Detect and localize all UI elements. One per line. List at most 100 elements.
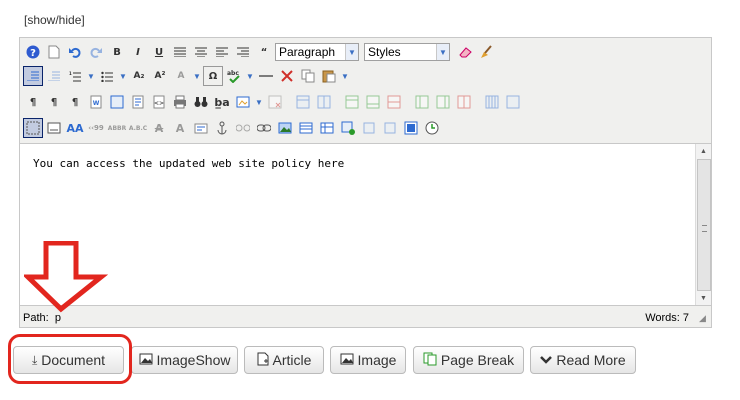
word-count: Words: 7 [645,312,689,324]
merge-cells-icon[interactable] [503,92,523,112]
scroll-down-arrow-icon[interactable]: ▼ [696,291,711,305]
delete-col-icon[interactable] [454,92,474,112]
italic-icon[interactable]: I [128,42,148,62]
chevron-down-icon[interactable]: ▼ [118,66,128,86]
row-box-icon[interactable] [380,118,400,138]
insert-col-before-icon[interactable] [412,92,432,112]
page-break-icon [423,352,437,369]
annotation-highlight-box [8,334,132,384]
path-element-p[interactable]: p [55,312,61,324]
insertion-icon[interactable]: A [170,118,190,138]
horizontal-rule-icon[interactable] [256,66,276,86]
spellcheck-icon[interactable]: abc [224,66,244,86]
table-props-icon[interactable] [317,118,337,138]
vertical-scrollbar[interactable]: ▲ ▼ [695,144,711,305]
chevron-down-icon[interactable]: ▼ [254,92,264,112]
align-justify-icon[interactable] [170,42,190,62]
scroll-up-arrow-icon[interactable]: ▲ [696,144,711,158]
table-cell-props-icon[interactable] [314,92,334,112]
insert-row-after-icon[interactable] [363,92,383,112]
outdent-icon[interactable] [23,66,43,86]
underline-icon[interactable]: U [149,42,169,62]
visual-aid-icon[interactable] [23,118,43,138]
align-right-icon[interactable] [233,42,253,62]
toolbar-row-3: ¶ ¶ ¶ W <> b̲a ▼ [23,91,523,113]
attributes-icon[interactable] [191,118,211,138]
insert-layer-icon[interactable] [44,118,64,138]
print-icon[interactable] [170,92,190,112]
align-center-icon[interactable] [191,42,211,62]
paste-word-icon[interactable]: W [86,92,106,112]
insert-row-before-icon[interactable] [342,92,362,112]
align-left-icon[interactable] [212,42,232,62]
insert-table-icon[interactable] [296,118,316,138]
imageshow-button[interactable]: ImageShow [131,346,238,374]
insert-time-icon[interactable] [422,118,442,138]
chevron-down-icon[interactable]: ▼ [86,66,96,86]
show-blocks-icon[interactable]: ¶ [65,92,85,112]
style-props-icon[interactable]: AA [65,118,85,138]
redo-icon[interactable] [86,42,106,62]
indent-icon[interactable] [44,66,64,86]
chevron-down-icon[interactable]: ▼ [245,66,255,86]
delete-row-icon[interactable] [384,92,404,112]
read-more-button[interactable]: Read More [530,346,636,374]
chevron-down-icon: ▼ [345,44,358,60]
code-view-icon[interactable]: <> [149,92,169,112]
eraser-icon[interactable] [455,42,475,62]
unlink-icon[interactable] [233,118,253,138]
chevron-down-icon [540,353,553,367]
superscript-icon[interactable]: A² [150,66,170,86]
numbered-list-icon[interactable]: 1 [65,66,85,86]
subscript-icon[interactable]: A₂ [129,66,149,86]
ltr-paragraph-icon[interactable]: ¶ [23,92,43,112]
remove-format-icon[interactable] [277,66,297,86]
abbreviation-icon[interactable]: ABBR [107,118,127,138]
template-icon[interactable] [128,92,148,112]
font-color-icon[interactable]: A [171,66,191,86]
quote-mark-icon[interactable]: ‹‹99 [86,118,106,138]
bold-icon[interactable]: B [107,42,127,62]
insert-image-icon[interactable] [275,118,295,138]
table-row-props-icon[interactable] [293,92,313,112]
resize-handle-icon[interactable]: ◢ [699,313,709,323]
scrollbar-thumb[interactable] [697,159,711,291]
help-icon[interactable]: ? [23,42,43,62]
show-hide-toggle[interactable]: [show/hide] [24,13,85,27]
page-break-button[interactable]: Page Break [413,346,524,374]
editor-content-area[interactable]: You can access the updated web site poli… [20,143,711,306]
link-icon[interactable] [254,118,274,138]
bullet-list-icon[interactable] [97,66,117,86]
chevron-down-icon[interactable]: ▼ [192,66,202,86]
replace-icon[interactable]: b̲a [212,92,232,112]
image-button[interactable]: Image [330,346,406,374]
split-cells-icon[interactable] [482,92,502,112]
chevron-down-icon[interactable]: ▼ [340,66,350,86]
blockquote-icon[interactable]: “ [254,42,274,62]
find-binoculars-icon[interactable] [191,92,211,112]
chevron-down-icon: ▼ [436,44,449,60]
insert-media-icon[interactable] [338,118,358,138]
new-document-icon[interactable] [44,42,64,62]
svg-text:<>: <> [154,100,164,107]
editor-paragraph[interactable]: You can access the updated web site poli… [33,157,344,170]
styles-select[interactable]: Styles ▼ [364,43,450,61]
paste-icon[interactable] [319,66,339,86]
rtl-paragraph-icon[interactable]: ¶ [44,92,64,112]
undo-icon[interactable] [65,42,85,62]
delete-table-icon[interactable] [265,92,285,112]
acronym-icon[interactable]: A.B.C [128,118,148,138]
cell-box-icon[interactable] [359,118,379,138]
insert-image-list-icon[interactable] [233,92,253,112]
cleanup-broom-icon[interactable] [476,42,496,62]
insert-col-after-icon[interactable] [433,92,453,112]
strikethrough-icon[interactable]: A [149,118,169,138]
fullscreen-icon[interactable] [107,92,127,112]
article-button[interactable]: Article [244,346,324,374]
svg-text:abc: abc [227,70,239,77]
format-select[interactable]: Paragraph ▼ [275,43,359,61]
special-character-icon[interactable]: Ω [203,66,223,86]
anchor-icon[interactable] [212,118,232,138]
copy-icon[interactable] [298,66,318,86]
nonbreaking-icon[interactable] [401,118,421,138]
